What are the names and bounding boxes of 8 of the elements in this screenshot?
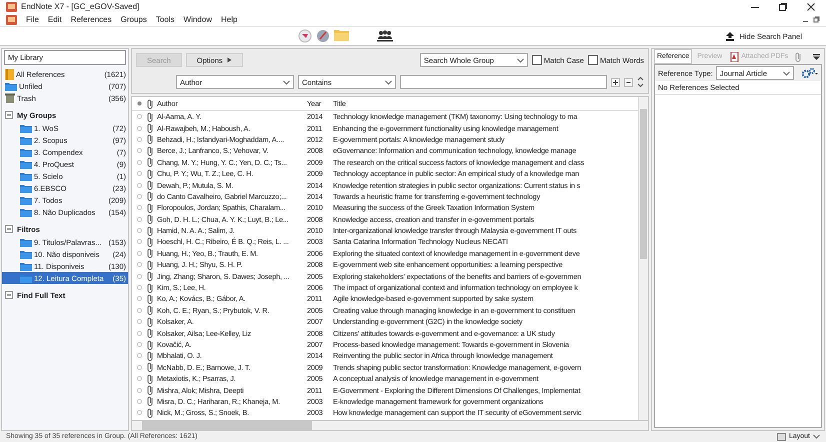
menu-item[interactable]: File: [26, 15, 39, 24]
menu-item[interactable]: Window: [184, 15, 212, 24]
menu-item[interactable]: Tools: [156, 15, 175, 24]
menu-item[interactable]: Edit: [48, 15, 62, 24]
menu-item[interactable]: Groups: [120, 15, 147, 24]
menu-item[interactable]: Help: [220, 15, 238, 24]
window-title: EndNote X7 - [GC_eGOV-Saved]: [21, 2, 140, 11]
menu-item[interactable]: References: [70, 15, 112, 24]
